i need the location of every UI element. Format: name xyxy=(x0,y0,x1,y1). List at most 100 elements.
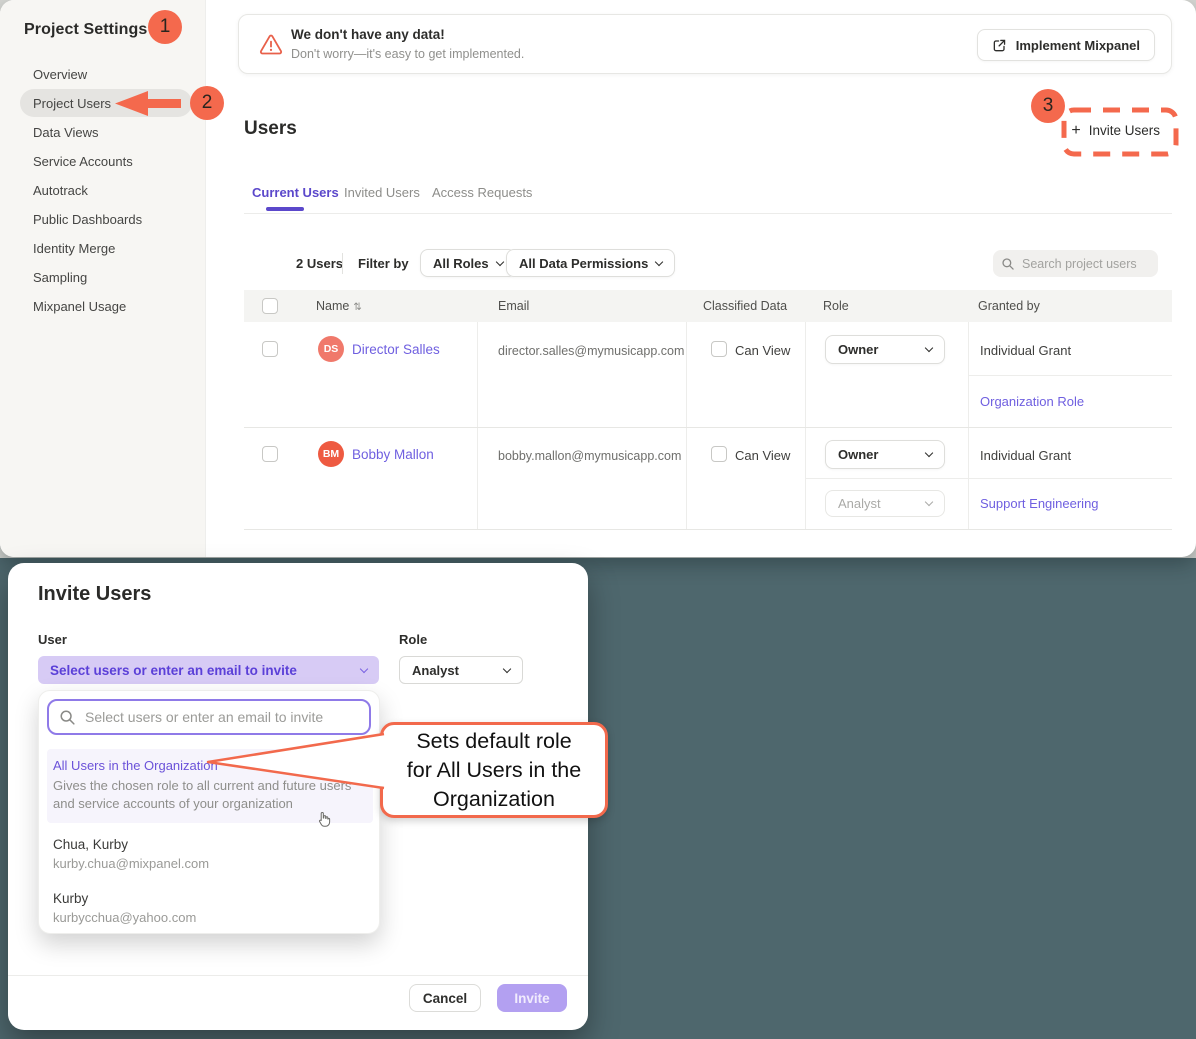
role-select[interactable]: Analyst xyxy=(399,656,523,684)
option-email: kurbycchua@yahoo.com xyxy=(53,910,196,925)
invite-button[interactable]: Invite xyxy=(497,984,567,1012)
banner-subtitle: Don't worry—it's easy to get implemented… xyxy=(291,47,524,61)
annotation-step-3: 3 xyxy=(1031,89,1065,123)
callout-line: for All Users in the xyxy=(407,756,581,785)
option-chua-kurby[interactable]: Chua, Kurby kurby.chua@mixpanel.com xyxy=(39,829,381,873)
can-view-checkbox[interactable] xyxy=(711,446,727,462)
filter-by-label: Filter by xyxy=(358,256,409,271)
granted-by-value: Individual Grant xyxy=(980,448,1071,463)
row-checkbox[interactable] xyxy=(262,341,278,357)
sidebar-item-service-accounts[interactable]: Service Accounts xyxy=(33,154,133,170)
annotation-callout-tail xyxy=(204,716,386,798)
active-tab-underline xyxy=(266,207,304,211)
organization-role-link[interactable]: Organization Role xyxy=(980,394,1084,409)
sidebar-item-identity-merge[interactable]: Identity Merge xyxy=(33,241,115,257)
cell-divider xyxy=(805,478,1172,479)
tab-invited-users[interactable]: Invited Users xyxy=(344,185,420,200)
column-divider xyxy=(477,322,478,530)
sidebar-item-sampling[interactable]: Sampling xyxy=(33,270,87,286)
option-title: All Users in the Organization xyxy=(53,758,218,773)
chevron-down-icon xyxy=(925,449,933,457)
users-table: Name ⇅ Email Classified Data Role Granted… xyxy=(244,290,1172,530)
dialog-title: Invite Users xyxy=(38,583,151,606)
search-input[interactable] xyxy=(1022,257,1142,271)
sidebar-item-autotrack[interactable]: Autotrack xyxy=(33,183,88,199)
tab-current-users[interactable]: Current Users xyxy=(252,185,339,200)
sidebar-item-mixpanel-usage[interactable]: Mixpanel Usage xyxy=(33,299,126,315)
warning-icon xyxy=(259,33,283,55)
implement-mixpanel-button[interactable]: Implement Mixpanel xyxy=(977,29,1155,61)
name-header-label: Name xyxy=(316,299,349,313)
user-select[interactable]: Select users or enter an email to invite xyxy=(38,656,379,684)
implement-mixpanel-label: Implement Mixpanel xyxy=(1016,38,1140,53)
search-icon xyxy=(1001,257,1015,271)
all-data-permissions-label: All Data Permissions xyxy=(519,256,648,271)
search-icon xyxy=(59,709,76,726)
callout-line: Sets default role xyxy=(416,727,571,756)
role-value: Analyst xyxy=(838,496,881,511)
can-view-label: Can View xyxy=(735,448,790,463)
annotation-arrow-left xyxy=(115,90,181,117)
sort-icon[interactable]: ⇅ xyxy=(353,302,361,313)
cancel-button[interactable]: Cancel xyxy=(409,984,481,1012)
user-name-link[interactable]: Director Salles xyxy=(352,342,440,357)
can-view-label: Can View xyxy=(735,343,790,358)
option-kurby[interactable]: Kurby kurbycchua@yahoo.com xyxy=(39,883,381,927)
role-select[interactable]: Owner xyxy=(825,335,945,364)
project-settings-window: Project Settings Overview Project Users … xyxy=(0,0,1196,557)
support-engineering-link[interactable]: Support Engineering xyxy=(980,496,1099,511)
option-title: Kurby xyxy=(53,891,88,906)
sidebar-title: Project Settings xyxy=(24,21,147,39)
role-value: Owner xyxy=(838,342,878,357)
hand-cursor-icon xyxy=(315,810,332,828)
sidebar-item-overview[interactable]: Overview xyxy=(33,67,87,83)
user-email: bobby.mallon@mymusicapp.com xyxy=(498,449,681,463)
column-header-email: Email xyxy=(498,299,529,313)
callout-line: Organization xyxy=(433,785,555,814)
can-view-checkbox[interactable] xyxy=(711,341,727,357)
annotation-callout-bubble: Sets default role for All Users in the O… xyxy=(380,722,608,818)
sidebar-item-data-views[interactable]: Data Views xyxy=(33,125,99,141)
chevron-down-icon xyxy=(925,344,933,352)
user-field-label: User xyxy=(38,632,67,647)
column-header-role: Role xyxy=(823,299,849,313)
column-header-name: Name ⇅ xyxy=(316,299,362,313)
dialog-footer-divider xyxy=(8,975,588,976)
tab-access-requests[interactable]: Access Requests xyxy=(432,185,532,200)
role-select[interactable]: Owner xyxy=(825,440,945,469)
column-header-granted-by: Granted by xyxy=(978,299,1040,313)
search-project-users xyxy=(993,250,1158,277)
role-select-value: Analyst xyxy=(412,663,459,678)
granted-by-value: Individual Grant xyxy=(980,343,1071,358)
sidebar-item-public-dashboards[interactable]: Public Dashboards xyxy=(33,212,142,228)
chevron-down-icon xyxy=(495,257,503,265)
row-divider xyxy=(244,529,1172,530)
sidebar-item-project-users[interactable]: Project Users xyxy=(33,96,111,112)
role-value: Owner xyxy=(838,447,878,462)
page-title: Users xyxy=(244,118,297,140)
row-checkbox[interactable] xyxy=(262,446,278,462)
column-divider xyxy=(686,322,687,530)
column-divider xyxy=(805,322,806,530)
all-data-permissions-dropdown[interactable]: All Data Permissions xyxy=(506,249,675,277)
select-all-checkbox[interactable] xyxy=(262,298,278,314)
chevron-down-icon xyxy=(360,664,368,672)
user-name-link[interactable]: Bobby Mallon xyxy=(352,447,434,462)
avatar: DS xyxy=(318,336,344,362)
chevron-down-icon xyxy=(925,498,933,506)
no-data-banner: We don't have any data! Don't worry—it's… xyxy=(238,14,1172,74)
annotation-step-1: 1 xyxy=(148,10,182,44)
user-email: director.salles@mymusicapp.com xyxy=(498,344,684,358)
all-roles-dropdown[interactable]: All Roles xyxy=(420,249,516,277)
row-divider xyxy=(244,427,1172,428)
role-field-label: Role xyxy=(399,632,427,647)
banner-title: We don't have any data! xyxy=(291,27,445,42)
column-divider xyxy=(968,322,969,530)
user-count: 2 Users xyxy=(296,256,343,271)
column-header-classified-data: Classified Data xyxy=(703,299,787,313)
all-roles-label: All Roles xyxy=(433,256,489,271)
dashed-highlight-box xyxy=(1060,106,1180,158)
tabs-divider xyxy=(244,213,1172,214)
avatar: BM xyxy=(318,441,344,467)
external-link-icon xyxy=(992,38,1007,53)
